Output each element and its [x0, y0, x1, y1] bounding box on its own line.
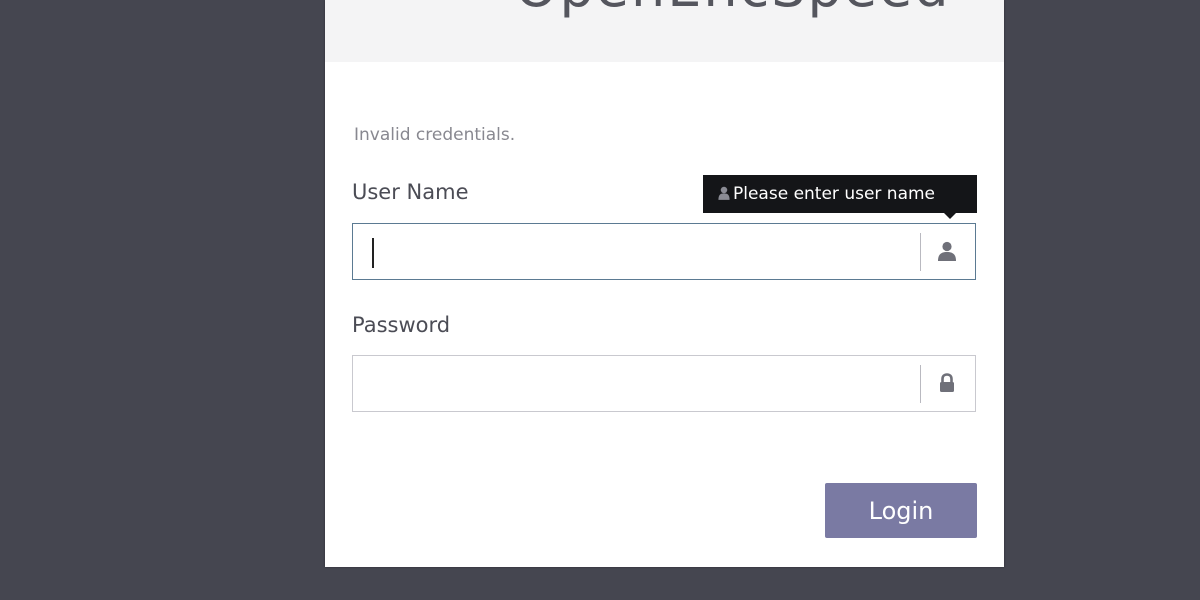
password-addon	[920, 356, 975, 411]
user-icon	[718, 186, 730, 200]
addon-divider	[920, 365, 921, 403]
username-input[interactable]	[353, 224, 921, 279]
username-field-group	[352, 223, 976, 280]
card-header: OpenEncSpeed	[325, 0, 1004, 62]
logo-icon	[413, 0, 477, 18]
user-icon	[938, 241, 956, 261]
addon-divider	[920, 233, 921, 271]
password-input[interactable]	[353, 356, 921, 411]
username-tooltip: Please enter user name	[703, 175, 977, 219]
username-label: User Name	[352, 180, 469, 204]
login-card: OpenEncSpeed Invalid credentials. User N…	[325, 0, 1004, 567]
error-message: Invalid credentials.	[354, 125, 516, 145]
tooltip-arrow	[944, 213, 956, 219]
password-field-group	[352, 355, 976, 412]
lock-icon	[940, 373, 954, 392]
username-addon	[920, 224, 975, 279]
logo-text: OpenEncSpeed	[515, 0, 951, 18]
login-button[interactable]: Login	[825, 483, 977, 538]
password-label: Password	[352, 313, 451, 337]
text-caret	[372, 238, 374, 268]
tooltip-text: Please enter user name	[733, 184, 936, 204]
